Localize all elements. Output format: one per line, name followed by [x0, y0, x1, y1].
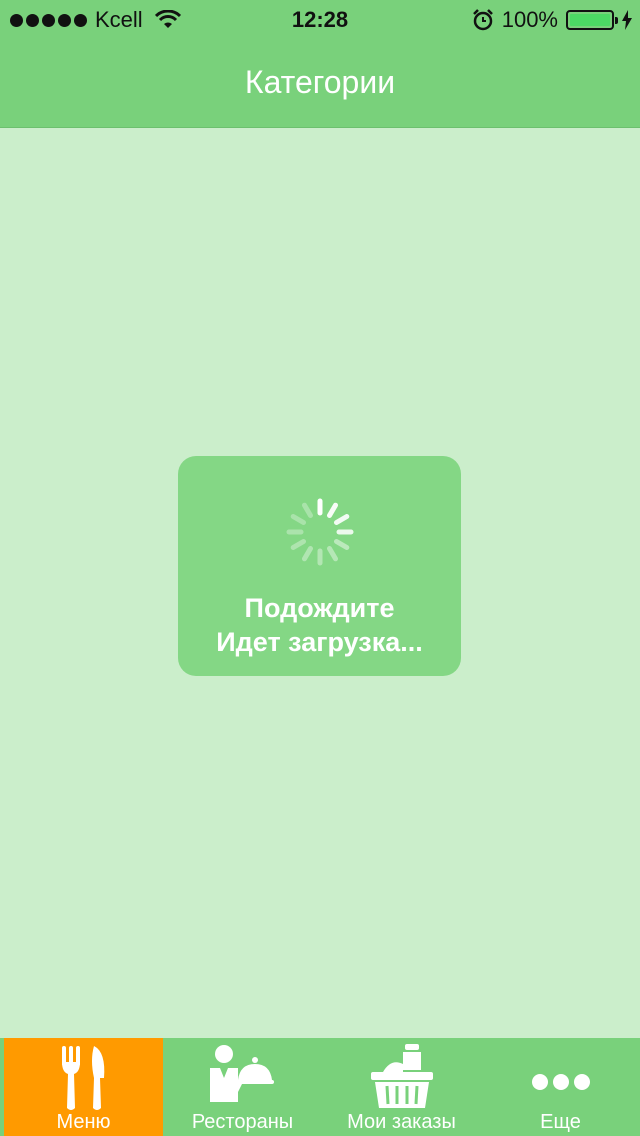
spinner-icon	[286, 498, 354, 566]
navigation-bar: Категории	[0, 40, 640, 128]
tab-more[interactable]: Еще	[481, 1038, 640, 1136]
tab-bar: Меню Рестораны Мои заказы Еще	[0, 1038, 640, 1136]
status-right: 100%	[472, 0, 632, 40]
basket-icon	[370, 1044, 433, 1108]
battery-icon	[566, 10, 618, 30]
tab-menu[interactable]: Меню	[4, 1038, 163, 1136]
tab-restaurants[interactable]: Рестораны	[163, 1038, 322, 1136]
tab-menu-label: Меню	[56, 1111, 111, 1133]
loading-title: Подождите	[244, 593, 395, 623]
waiter-icon	[209, 1045, 274, 1102]
tab-more-label: Еще	[540, 1111, 581, 1133]
loading-indicator: Подождите Идет загрузка...	[178, 456, 461, 676]
tab-my-orders[interactable]: Мои заказы	[322, 1038, 481, 1136]
status-bar: Kcell 12:28 100%	[0, 0, 640, 40]
tab-my-orders-label: Мои заказы	[347, 1111, 456, 1133]
page-title: Категории	[244, 64, 396, 100]
fork-knife-icon	[61, 1046, 104, 1110]
battery-percent: 100%	[501, 7, 558, 32]
tab-restaurants-label: Рестораны	[191, 1111, 294, 1133]
more-dots-icon	[531, 1074, 590, 1090]
loading-message: Идет загрузка...	[216, 627, 423, 657]
charging-icon	[622, 10, 632, 30]
alarm-icon	[472, 9, 493, 31]
